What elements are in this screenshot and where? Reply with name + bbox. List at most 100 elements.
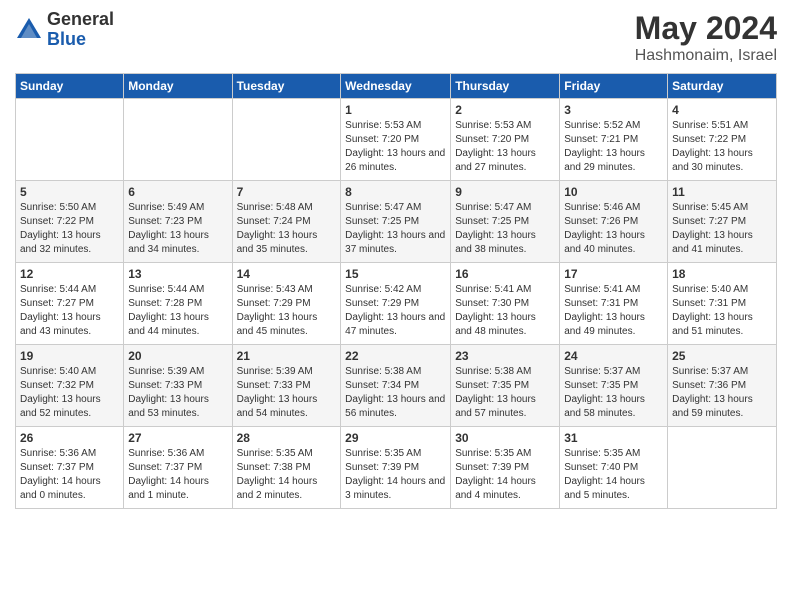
day-info: Sunrise: 5:40 AM Sunset: 7:31 PM Dayligh… — [672, 283, 772, 339]
day-info: Sunrise: 5:50 AM Sunset: 7:22 PM Dayligh… — [20, 201, 119, 257]
day-cell: 19 Sunrise: 5:40 AM Sunset: 7:32 PM Dayl… — [16, 345, 124, 427]
sunrise-text: Sunrise: 5:43 AM — [237, 284, 313, 295]
day-info: Sunrise: 5:39 AM Sunset: 7:33 PM Dayligh… — [237, 365, 337, 421]
day-cell: 6 Sunrise: 5:49 AM Sunset: 7:23 PM Dayli… — [124, 181, 232, 263]
daylight-text: Daylight: 13 hours and 45 minutes. — [237, 312, 318, 337]
daylight-text: Daylight: 13 hours and 48 minutes. — [455, 312, 536, 337]
day-cell: 3 Sunrise: 5:52 AM Sunset: 7:21 PM Dayli… — [560, 99, 668, 181]
day-cell: 5 Sunrise: 5:50 AM Sunset: 7:22 PM Dayli… — [16, 181, 124, 263]
sunset-text: Sunset: 7:25 PM — [345, 216, 419, 227]
sunset-text: Sunset: 7:35 PM — [455, 380, 529, 391]
header-row: Sunday Monday Tuesday Wednesday Thursday… — [16, 74, 777, 99]
day-info: Sunrise: 5:41 AM Sunset: 7:31 PM Dayligh… — [564, 283, 663, 339]
sunrise-text: Sunrise: 5:35 AM — [237, 448, 313, 459]
day-number: 15 — [345, 267, 446, 281]
day-info: Sunrise: 5:35 AM Sunset: 7:39 PM Dayligh… — [345, 447, 446, 503]
sunset-text: Sunset: 7:22 PM — [20, 216, 94, 227]
sunrise-text: Sunrise: 5:45 AM — [672, 202, 748, 213]
day-cell: 24 Sunrise: 5:37 AM Sunset: 7:35 PM Dayl… — [560, 345, 668, 427]
sunset-text: Sunset: 7:35 PM — [564, 380, 638, 391]
day-cell: 16 Sunrise: 5:41 AM Sunset: 7:30 PM Dayl… — [451, 263, 560, 345]
col-saturday: Saturday — [668, 74, 777, 99]
sunset-text: Sunset: 7:30 PM — [455, 298, 529, 309]
sunset-text: Sunset: 7:29 PM — [345, 298, 419, 309]
sunrise-text: Sunrise: 5:37 AM — [672, 366, 748, 377]
location-title: Hashmonaim, Israel — [635, 47, 777, 65]
sunrise-text: Sunrise: 5:41 AM — [564, 284, 640, 295]
daylight-text: Daylight: 13 hours and 38 minutes. — [455, 230, 536, 255]
daylight-text: Daylight: 13 hours and 56 minutes. — [345, 394, 445, 419]
week-row-1: 1 Sunrise: 5:53 AM Sunset: 7:20 PM Dayli… — [16, 99, 777, 181]
day-number: 6 — [128, 185, 227, 199]
day-info: Sunrise: 5:41 AM Sunset: 7:30 PM Dayligh… — [455, 283, 555, 339]
day-info: Sunrise: 5:38 AM Sunset: 7:35 PM Dayligh… — [455, 365, 555, 421]
day-info: Sunrise: 5:53 AM Sunset: 7:20 PM Dayligh… — [345, 119, 446, 175]
day-number: 2 — [455, 103, 555, 117]
daylight-text: Daylight: 14 hours and 1 minute. — [128, 476, 209, 501]
sunset-text: Sunset: 7:27 PM — [20, 298, 94, 309]
daylight-text: Daylight: 13 hours and 59 minutes. — [672, 394, 753, 419]
day-cell: 26 Sunrise: 5:36 AM Sunset: 7:37 PM Dayl… — [16, 427, 124, 509]
day-number: 1 — [345, 103, 446, 117]
day-info: Sunrise: 5:35 AM Sunset: 7:40 PM Dayligh… — [564, 447, 663, 503]
sunrise-text: Sunrise: 5:41 AM — [455, 284, 531, 295]
daylight-text: Daylight: 13 hours and 34 minutes. — [128, 230, 209, 255]
sunset-text: Sunset: 7:22 PM — [672, 134, 746, 145]
daylight-text: Daylight: 13 hours and 44 minutes. — [128, 312, 209, 337]
sunrise-text: Sunrise: 5:35 AM — [345, 448, 421, 459]
sunset-text: Sunset: 7:40 PM — [564, 462, 638, 473]
sunrise-text: Sunrise: 5:40 AM — [672, 284, 748, 295]
sunset-text: Sunset: 7:29 PM — [237, 298, 311, 309]
logo-text: General Blue — [47, 10, 114, 50]
day-info: Sunrise: 5:38 AM Sunset: 7:34 PM Dayligh… — [345, 365, 446, 421]
sunset-text: Sunset: 7:23 PM — [128, 216, 202, 227]
daylight-text: Daylight: 14 hours and 2 minutes. — [237, 476, 318, 501]
week-row-4: 19 Sunrise: 5:40 AM Sunset: 7:32 PM Dayl… — [16, 345, 777, 427]
sunrise-text: Sunrise: 5:50 AM — [20, 202, 96, 213]
sunrise-text: Sunrise: 5:39 AM — [128, 366, 204, 377]
day-number: 10 — [564, 185, 663, 199]
day-cell: 29 Sunrise: 5:35 AM Sunset: 7:39 PM Dayl… — [341, 427, 451, 509]
sunrise-text: Sunrise: 5:38 AM — [345, 366, 421, 377]
daylight-text: Daylight: 13 hours and 40 minutes. — [564, 230, 645, 255]
day-cell: 27 Sunrise: 5:36 AM Sunset: 7:37 PM Dayl… — [124, 427, 232, 509]
daylight-text: Daylight: 13 hours and 29 minutes. — [564, 148, 645, 173]
daylight-text: Daylight: 13 hours and 53 minutes. — [128, 394, 209, 419]
day-cell: 10 Sunrise: 5:46 AM Sunset: 7:26 PM Dayl… — [560, 181, 668, 263]
day-number: 28 — [237, 431, 337, 445]
sunrise-text: Sunrise: 5:53 AM — [455, 120, 531, 131]
day-info: Sunrise: 5:35 AM Sunset: 7:38 PM Dayligh… — [237, 447, 337, 503]
sunrise-text: Sunrise: 5:47 AM — [455, 202, 531, 213]
day-number: 13 — [128, 267, 227, 281]
day-number: 14 — [237, 267, 337, 281]
sunset-text: Sunset: 7:38 PM — [237, 462, 311, 473]
sunrise-text: Sunrise: 5:35 AM — [455, 448, 531, 459]
day-cell: 22 Sunrise: 5:38 AM Sunset: 7:34 PM Dayl… — [341, 345, 451, 427]
day-info: Sunrise: 5:35 AM Sunset: 7:39 PM Dayligh… — [455, 447, 555, 503]
sunrise-text: Sunrise: 5:51 AM — [672, 120, 748, 131]
day-cell: 12 Sunrise: 5:44 AM Sunset: 7:27 PM Dayl… — [16, 263, 124, 345]
day-number: 8 — [345, 185, 446, 199]
day-info: Sunrise: 5:51 AM Sunset: 7:22 PM Dayligh… — [672, 119, 772, 175]
day-number: 17 — [564, 267, 663, 281]
sunrise-text: Sunrise: 5:36 AM — [128, 448, 204, 459]
day-cell: 25 Sunrise: 5:37 AM Sunset: 7:36 PM Dayl… — [668, 345, 777, 427]
day-number: 23 — [455, 349, 555, 363]
day-cell: 4 Sunrise: 5:51 AM Sunset: 7:22 PM Dayli… — [668, 99, 777, 181]
daylight-text: Daylight: 13 hours and 30 minutes. — [672, 148, 753, 173]
sunset-text: Sunset: 7:33 PM — [128, 380, 202, 391]
day-cell: 8 Sunrise: 5:47 AM Sunset: 7:25 PM Dayli… — [341, 181, 451, 263]
sunset-text: Sunset: 7:37 PM — [20, 462, 94, 473]
day-cell: 2 Sunrise: 5:53 AM Sunset: 7:20 PM Dayli… — [451, 99, 560, 181]
sunrise-text: Sunrise: 5:38 AM — [455, 366, 531, 377]
sunset-text: Sunset: 7:27 PM — [672, 216, 746, 227]
day-info: Sunrise: 5:47 AM Sunset: 7:25 PM Dayligh… — [455, 201, 555, 257]
daylight-text: Daylight: 14 hours and 3 minutes. — [345, 476, 445, 501]
sunset-text: Sunset: 7:28 PM — [128, 298, 202, 309]
day-cell: 11 Sunrise: 5:45 AM Sunset: 7:27 PM Dayl… — [668, 181, 777, 263]
day-number: 20 — [128, 349, 227, 363]
sunset-text: Sunset: 7:33 PM — [237, 380, 311, 391]
sunset-text: Sunset: 7:39 PM — [345, 462, 419, 473]
day-number: 19 — [20, 349, 119, 363]
sunset-text: Sunset: 7:20 PM — [455, 134, 529, 145]
